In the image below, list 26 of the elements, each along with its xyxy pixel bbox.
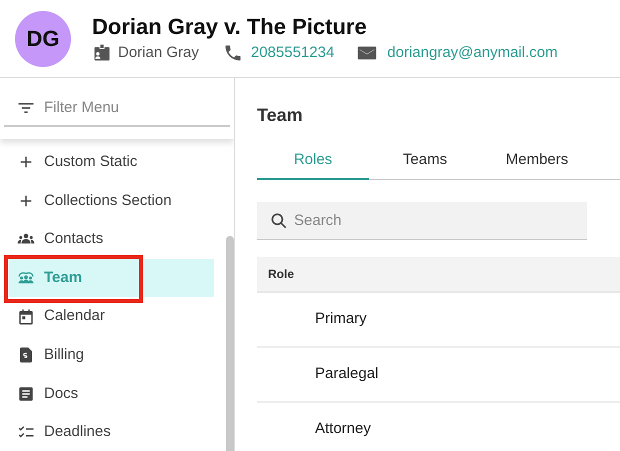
scrollbar[interactable] (226, 236, 234, 451)
table-cell-text: Attorney (315, 419, 371, 440)
phone-icon (222, 43, 243, 63)
menu-item[interactable]: Docs (9, 374, 214, 414)
avatar: DG (15, 10, 71, 66)
menu-item[interactable]: Deadlines (9, 413, 214, 451)
menu-item[interactable]: Collections Section (9, 182, 214, 220)
tab[interactable]: Teams (369, 142, 481, 180)
tab[interactable]: Members (481, 142, 593, 180)
column-header[interactable]: Role (268, 265, 294, 283)
table-cell-text: Paralegal (315, 364, 378, 384)
id-badge-icon (92, 43, 112, 63)
client-name: Dorian Gray (118, 42, 199, 63)
case-title: Dorian Gray v. The Picture (92, 12, 368, 41)
menu-item[interactable]: Custom Static (9, 143, 214, 182)
section-title: Team (257, 104, 304, 126)
calendar-icon (17, 308, 35, 326)
search-icon (269, 211, 289, 231)
dollar-document-icon (17, 346, 35, 364)
menu-item[interactable]: Billing (9, 336, 214, 375)
search-field[interactable]: Search (257, 202, 587, 240)
document-icon (17, 384, 35, 403)
menu-item[interactable]: Calendar (9, 297, 214, 336)
menu-item[interactable]: Contacts (9, 220, 214, 259)
table-cell-text: Primary (315, 309, 367, 330)
filter-field[interactable]: Filter Menu (4, 90, 230, 127)
